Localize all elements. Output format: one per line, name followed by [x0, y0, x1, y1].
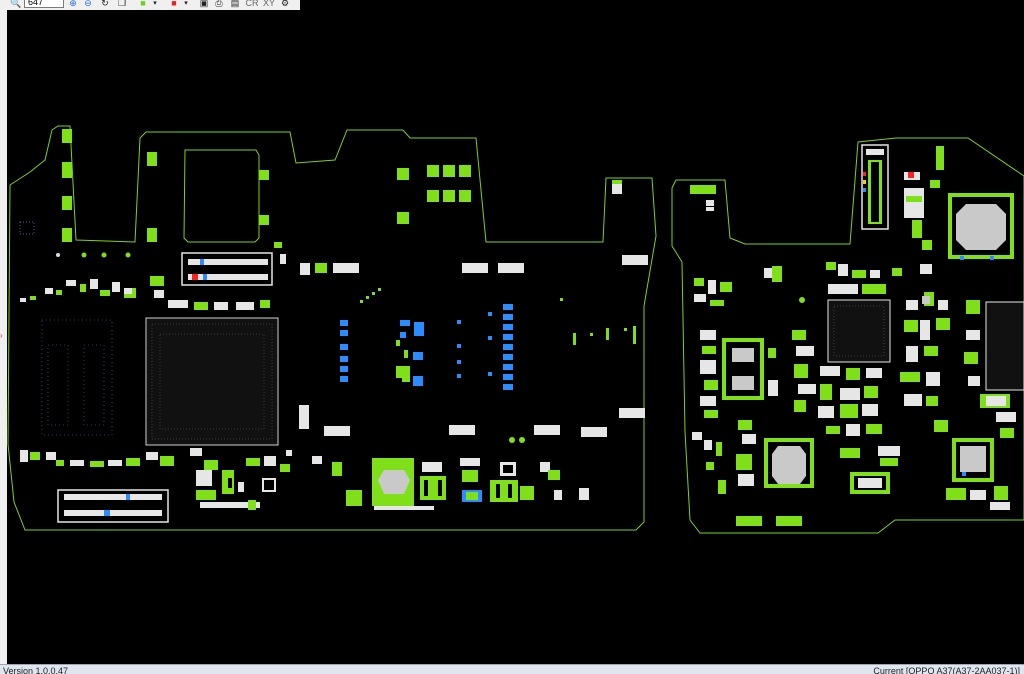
- pads-middle-white: [299, 180, 648, 500]
- toolbar: 🔍 647 ⊕ ⊖ ↻ ❐ ■ ▾ ■ ▾ ▣ ⎙ ▤ CR XY ⚙: [0, 0, 300, 10]
- red-color-picker[interactable]: ■: [168, 0, 180, 9]
- search-icon[interactable]: 🔍: [10, 0, 22, 9]
- pads-middle-blue: [340, 304, 513, 390]
- green-dropdown-icon[interactable]: ▾: [150, 0, 160, 9]
- document-icon[interactable]: ▤: [229, 0, 241, 9]
- current-file-text: Current [OPPO A37(A37-2AA037-1)]: [873, 666, 1020, 674]
- xy-label[interactable]: XY: [262, 0, 276, 9]
- connector-top: [181, 252, 273, 286]
- pads-top-left: [62, 129, 269, 242]
- green-color-picker[interactable]: ■: [137, 0, 149, 9]
- right-top-pads: [690, 146, 944, 274]
- zoom-in-icon[interactable]: ⊕: [67, 0, 79, 9]
- version-text: Version 1.0.0.47: [3, 666, 69, 674]
- print-icon[interactable]: ⎙: [213, 0, 225, 9]
- grid-dots-left: [19, 221, 35, 235]
- right-module-left: [722, 338, 764, 400]
- settings-icon[interactable]: ⚙: [279, 0, 291, 9]
- components-row-2: [20, 448, 292, 510]
- position-marker-icon: ›: [0, 331, 3, 340]
- refresh-icon[interactable]: ↻: [99, 0, 111, 9]
- bga-memory: [41, 319, 113, 436]
- connector-bottom: [57, 489, 169, 523]
- right-soc-top: [948, 193, 1014, 260]
- red-dropdown-icon[interactable]: ▾: [181, 0, 191, 9]
- left-ruler: ›: [0, 0, 7, 664]
- bga-processor: [145, 317, 279, 446]
- zoom-out-icon[interactable]: ⊖: [82, 0, 94, 9]
- board-cutout: [183, 149, 260, 243]
- pads-middle-green: [315, 165, 636, 443]
- copy-icon[interactable]: ❐: [116, 0, 128, 9]
- status-bar: Version 1.0.0.47 Current [OPPO A37(A37-2…: [0, 664, 1024, 674]
- zoom-input[interactable]: 647: [24, 0, 64, 8]
- screenshot-icon[interactable]: ▣: [198, 0, 210, 9]
- board-canvas[interactable]: [7, 10, 1024, 664]
- vias-row: [56, 252, 131, 258]
- right-top-connector: [861, 144, 889, 230]
- cr-label[interactable]: CR: [245, 0, 259, 9]
- pmic-cluster: [312, 456, 560, 510]
